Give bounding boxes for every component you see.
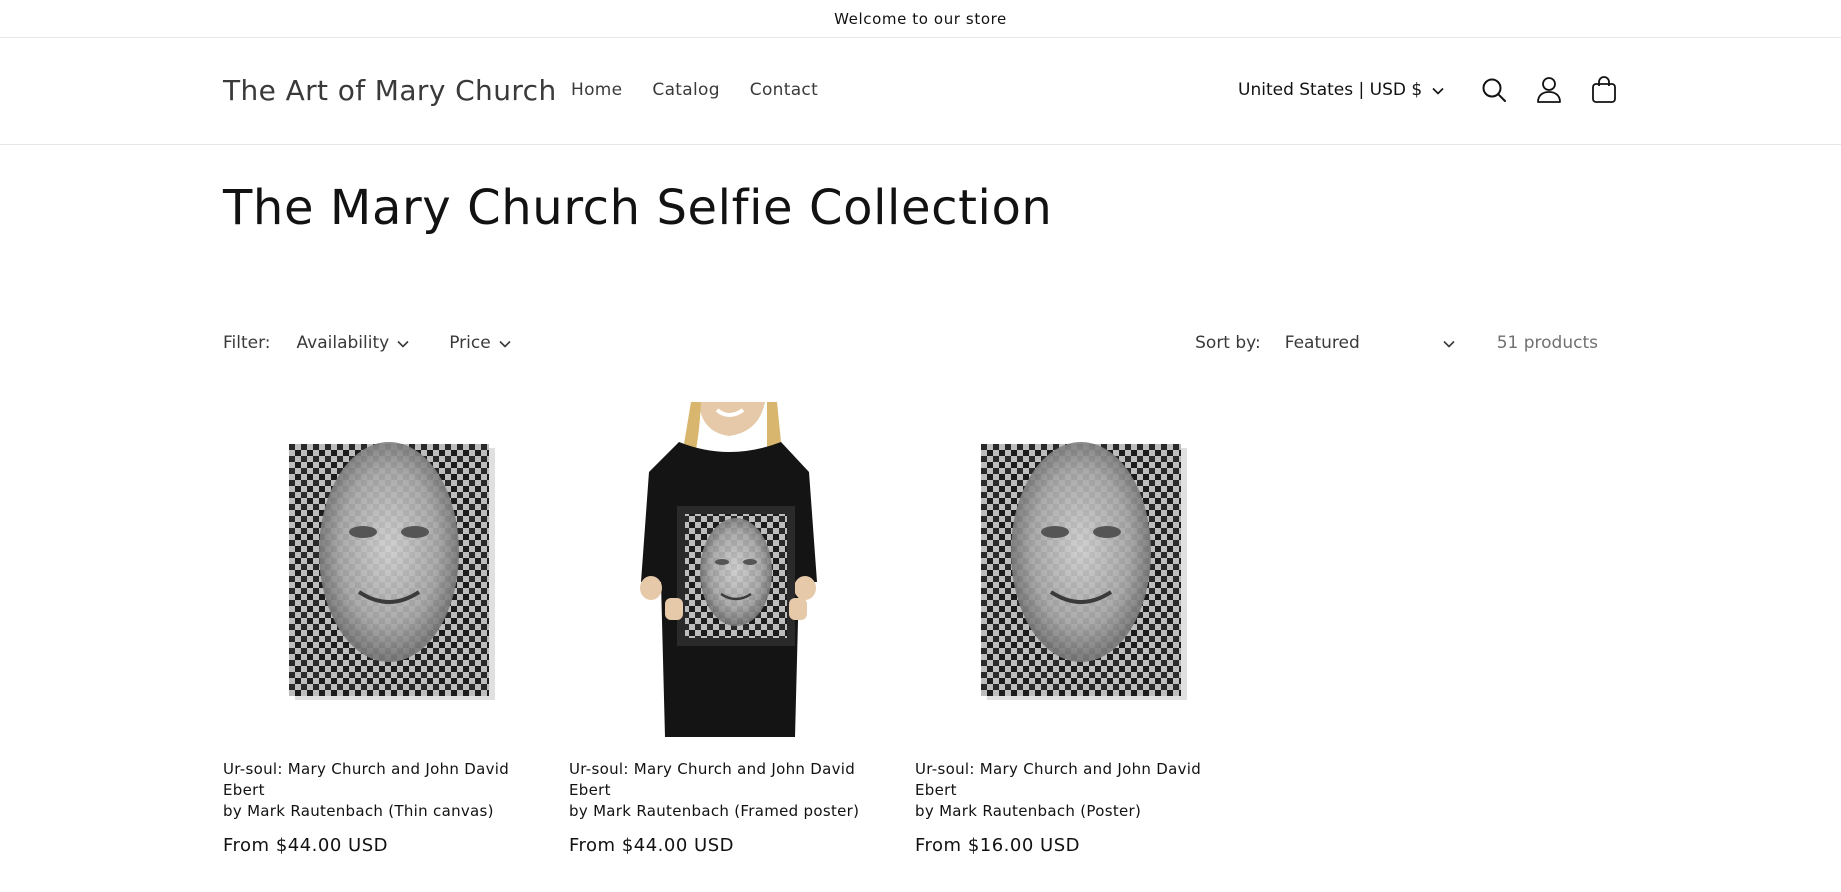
product-price: From $44.00 USD [223,835,388,856]
cart-icon[interactable] [1576,66,1631,114]
product-title-line1: Ur-soul: Mary Church and John David Eber… [223,760,510,799]
product-price: From $44.00 USD [569,835,734,856]
sort-label: Sort by: [1195,333,1261,353]
product-image-framed-poster[interactable] [569,402,889,737]
collection-title: The Mary Church Selfie Collection [223,180,1053,236]
nav-contact[interactable]: Contact [750,80,818,100]
sort-select[interactable]: Featured [1285,333,1455,353]
search-icon[interactable] [1466,66,1521,114]
product-image-canvas[interactable] [223,402,543,737]
price-filter-label: Price [449,333,491,353]
nav-home[interactable]: Home [571,80,622,100]
chevron-down-icon [397,333,409,353]
product-card[interactable]: Ur-soul: Mary Church and John David Eber… [915,402,1235,856]
product-title-line1: Ur-soul: Mary Church and John David Eber… [569,760,856,799]
announcement-text: Welcome to our store [834,9,1007,28]
product-card[interactable]: Ur-soul: Mary Church and John David Eber… [569,402,889,856]
store-logo[interactable]: The Art of Mary Church [223,74,557,107]
header-actions: United States | USD $ [1238,66,1631,114]
product-grid: Ur-soul: Mary Church and John David Eber… [223,402,1235,856]
product-title[interactable]: Ur-soul: Mary Church and John David Eber… [223,759,543,822]
chevron-down-icon [1432,80,1444,100]
chevron-down-icon [1443,333,1455,353]
country-selector[interactable]: United States | USD $ [1238,80,1444,100]
availability-filter-label: Availability [296,333,390,353]
facet-bar: Filter: Availability Price Sort by: Feat… [223,330,1598,356]
product-image-poster[interactable] [915,402,1235,737]
price-filter[interactable]: Price [449,333,511,353]
account-icon[interactable] [1521,66,1576,114]
country-label: United States | USD $ [1238,80,1423,100]
filter-label: Filter: [223,333,271,353]
product-title-line2: by Mark Rautenbach (Poster) [915,802,1142,820]
chevron-down-icon [499,333,511,353]
product-title-line2: by Mark Rautenbach (Thin canvas) [223,802,494,820]
sort-value: Featured [1284,333,1360,353]
product-count: 51 products [1496,333,1598,353]
product-title[interactable]: Ur-soul: Mary Church and John David Eber… [915,759,1235,822]
product-title-line1: Ur-soul: Mary Church and John David Eber… [915,760,1202,799]
announcement-bar: Welcome to our store [0,0,1841,38]
availability-filter[interactable]: Availability [297,333,410,353]
product-title-line2: by Mark Rautenbach (Framed poster) [569,802,860,820]
product-card[interactable]: Ur-soul: Mary Church and John David Eber… [223,402,543,856]
product-title[interactable]: Ur-soul: Mary Church and John David Eber… [569,759,889,822]
product-price: From $16.00 USD [915,835,1080,856]
site-header: The Art of Mary Church Home Catalog Cont… [0,38,1841,145]
main-nav: Home Catalog Contact [571,80,818,100]
nav-catalog[interactable]: Catalog [652,80,719,100]
